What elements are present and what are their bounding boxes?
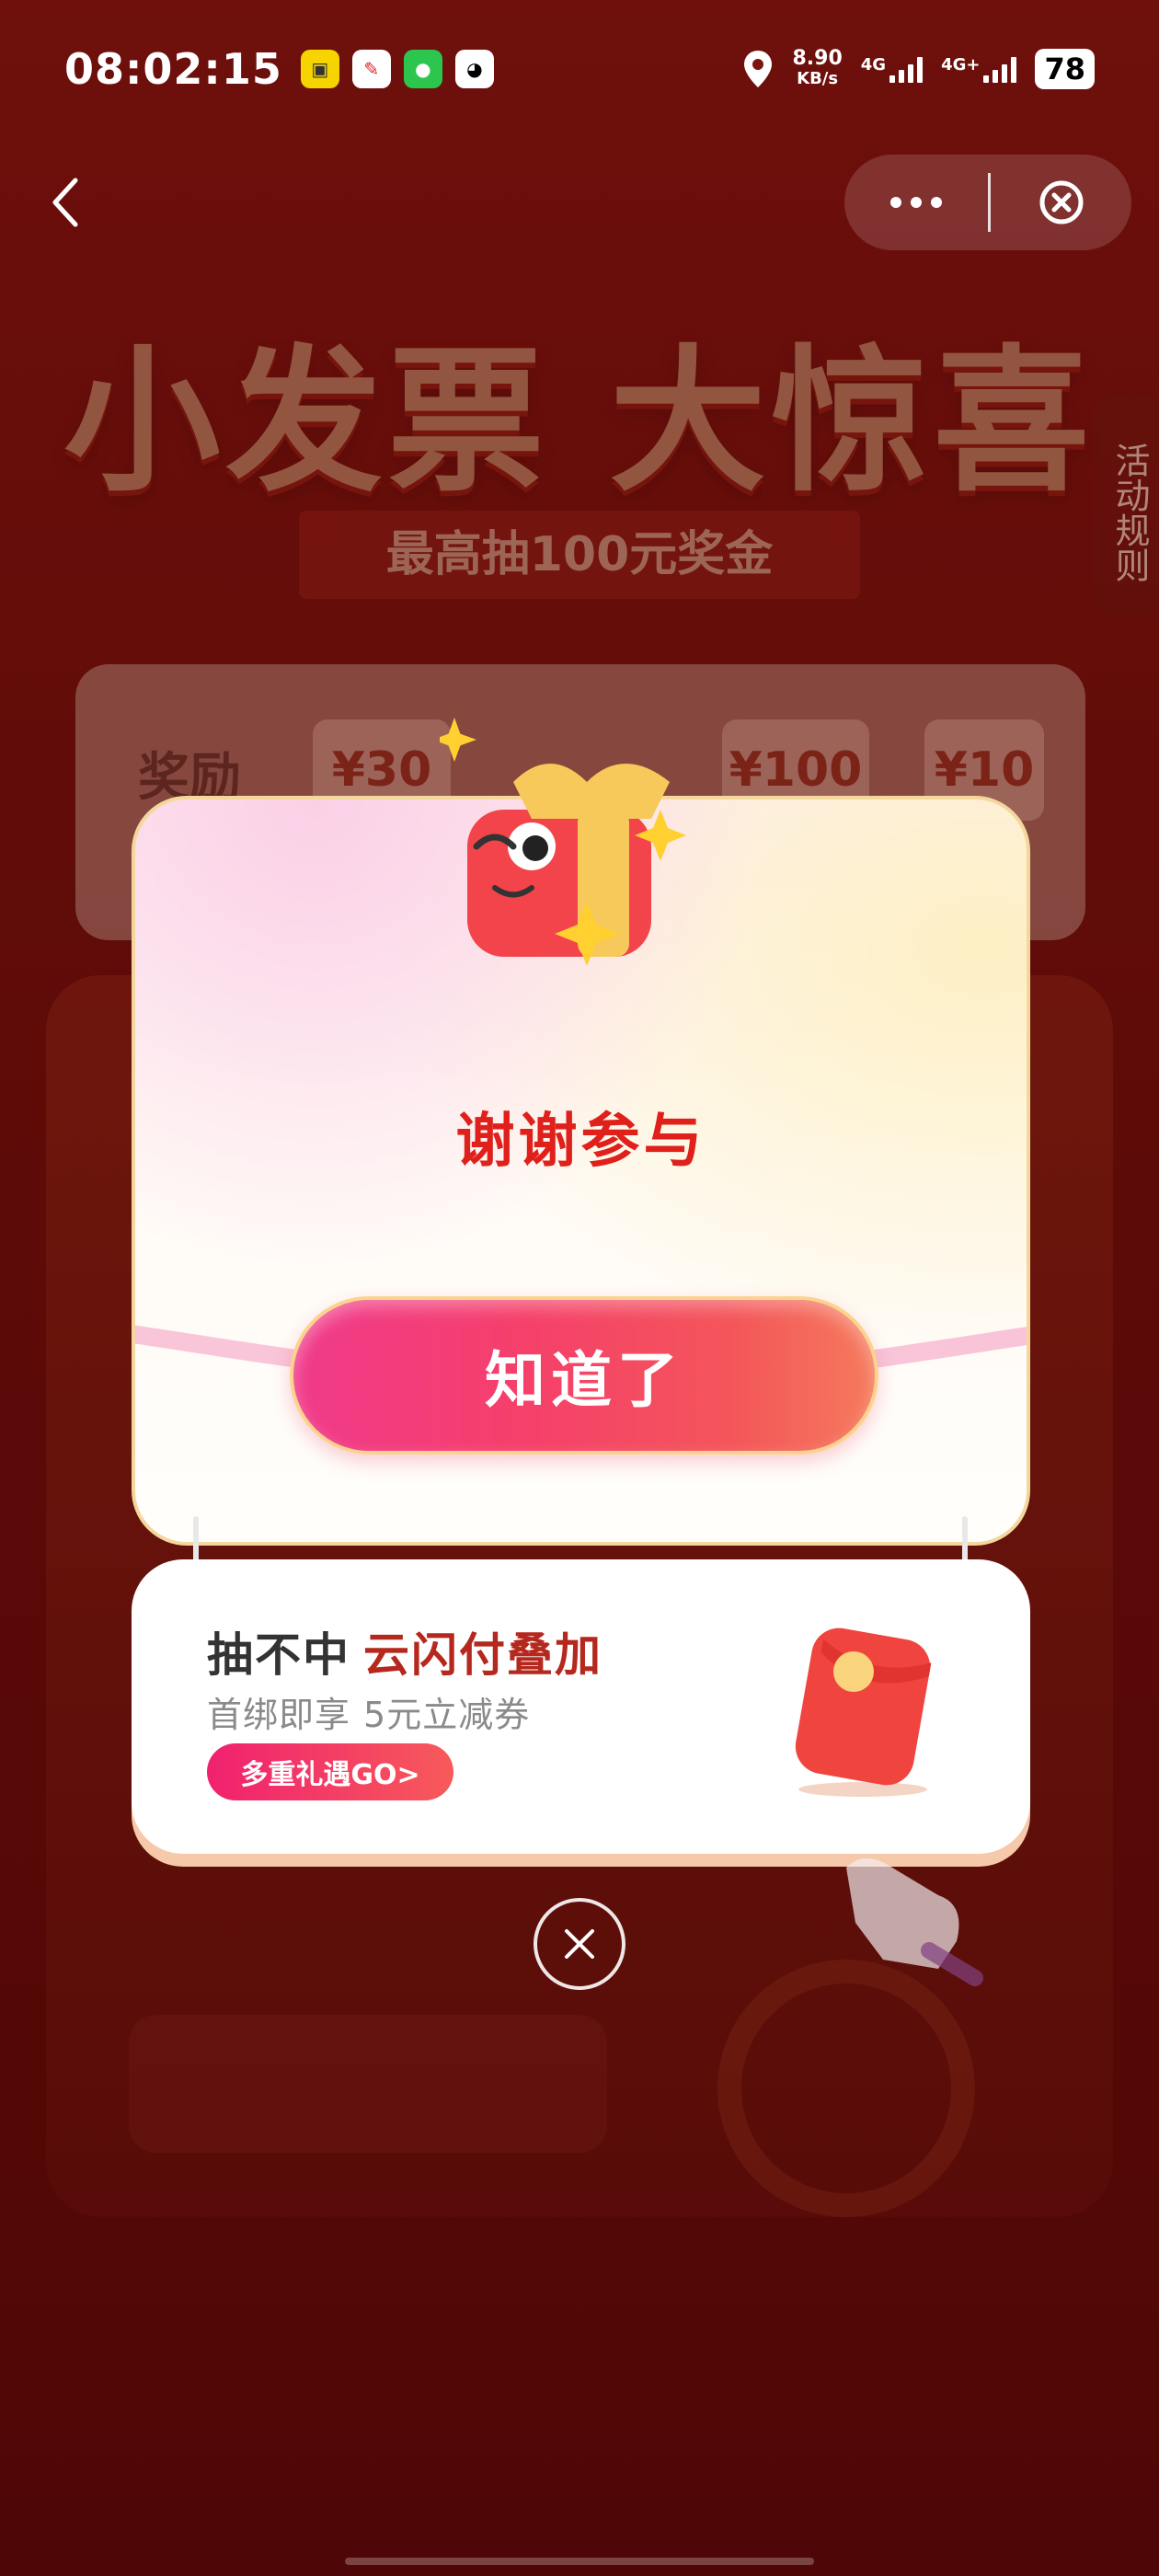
wechat-icon: ● [403,50,442,88]
status-bar: 08:02:15 ▣ ✎ ● ◕ 8.90 KB/s 4G 4G+ 78 [0,0,1159,138]
promo-title: 抽不中 云闪付叠加 [207,1618,602,1685]
ok-button[interactable]: 知道了 [290,1296,878,1455]
qq-icon: ◕ [454,50,494,88]
more-icon[interactable] [844,155,988,250]
home-indicator[interactable] [345,2558,814,2565]
promo-card[interactable]: 抽不中 云闪付叠加 首绑即享 5元立减券 多重礼遇GO> [132,1559,1030,1854]
back-icon[interactable] [48,175,85,230]
close-icon[interactable] [534,1898,625,1990]
promo-subtitle: 首绑即享 5元立减券 [207,1686,530,1737]
result-message: 谢谢参与 [455,1108,706,1176]
battery-indicator: 78 [1035,49,1095,89]
promo-go-button[interactable]: 多重礼遇GO> [207,1743,453,1800]
browser-app-icon: ✎ [351,50,391,88]
promo-title-accent: 云闪付叠加 [363,1628,602,1682]
notification-icons: ▣ ✎ ● ◕ [300,50,494,88]
signal-sim2: 4G+ [941,55,1017,83]
sim2-label: 4G+ [941,55,981,75]
promo-subtitle-plain: 首绑即享 [207,1695,351,1735]
promo-title-plain: 抽不中 [207,1628,350,1682]
location-icon [744,51,773,87]
status-right: 8.90 KB/s 4G 4G+ 78 [742,49,1095,89]
close-miniapp-icon[interactable] [991,155,1131,250]
pointing-hand-icon [846,1858,983,1986]
status-time: 08:02:15 [64,44,282,94]
miniapp-capsule [844,155,1131,250]
net-speed-value: 8.90 [792,47,843,70]
sim1-label: 4G [860,55,887,75]
net-speed: 8.90 KB/s [792,49,842,89]
promo-subtitle-highlight: 5元立减券 [363,1695,531,1735]
signal-sim1: 4G [860,55,924,83]
net-speed-unit: KB/s [797,69,839,88]
news-app-icon: ▣ [300,50,339,88]
gift-mascot-icon [440,718,686,966]
red-envelope-icon [795,1627,932,1797]
